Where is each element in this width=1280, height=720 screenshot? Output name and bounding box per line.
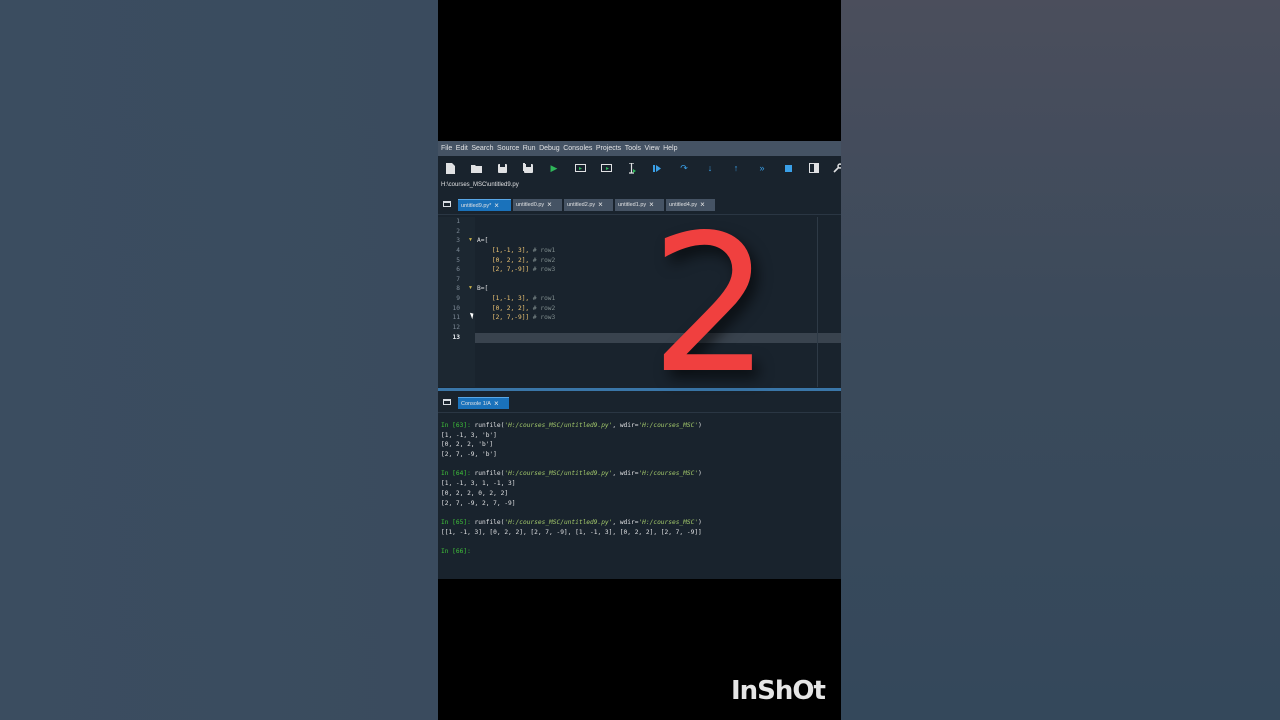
run-cell-advance-icon[interactable] xyxy=(600,162,612,174)
console-input-line: In [63]: runfile('H:/courses_MSC/untitle… xyxy=(441,422,702,429)
tab-label: Console 1/A xyxy=(461,400,491,407)
working-directory-bar: H:\courses_MSC\untitled9.py xyxy=(438,181,841,192)
fold-arrow-icon[interactable]: ▼ xyxy=(468,285,473,291)
current-line-number: 13 xyxy=(452,334,460,341)
save-icon[interactable] xyxy=(496,162,508,174)
console-output-line: [1, -1, 3, 1, -1, 3] xyxy=(441,480,516,488)
line-number: 8 xyxy=(456,285,460,292)
tab-untitled0[interactable]: untitled0.py × xyxy=(513,199,562,211)
code-line: [2, 7,-9]] # row3 xyxy=(491,266,556,273)
tab-label: untitled1.py xyxy=(618,202,647,208)
toolbar: ▶ ↷ ↓ ↑ » xyxy=(438,156,841,182)
new-file-icon[interactable] xyxy=(444,162,456,174)
menu-bar: File Edit Search Source Run Debug Consol… xyxy=(438,141,841,156)
console-output-line: [0, 2, 2, 0, 2, 2] xyxy=(441,489,509,497)
line-number: 6 xyxy=(456,266,460,273)
console-input-line: In [65]: runfile('H:/courses_MSC/untitle… xyxy=(441,518,702,526)
console-active-prompt[interactable]: In [66]: xyxy=(441,547,839,557)
console-output-line: [2, 7, -9, 2, 7, -9] xyxy=(441,499,516,507)
video-background-right xyxy=(841,0,1280,720)
editor-pane-options-icon[interactable] xyxy=(443,201,451,207)
menu-consoles[interactable]: Consoles xyxy=(563,145,592,152)
run-icon[interactable]: ▶ xyxy=(548,162,560,174)
editor-tab-bar: untitled9.py* × untitled0.py × untitled2… xyxy=(438,198,841,215)
line-number: 3 xyxy=(456,237,460,244)
line-number: 7 xyxy=(456,276,460,283)
console-pane-options-icon[interactable] xyxy=(443,399,451,405)
tab-untitled2[interactable]: untitled2.py × xyxy=(564,199,613,211)
code-line: B=[ xyxy=(477,285,489,292)
console-output[interactable]: In [63]: runfile('H:/courses_MSC/untitle… xyxy=(441,421,839,557)
run-selection-icon[interactable] xyxy=(626,162,638,174)
run-cell-icon[interactable] xyxy=(574,162,586,174)
step-return-icon[interactable]: ↑ xyxy=(730,162,742,174)
line-number: 2 xyxy=(456,228,460,235)
tab-label: untitled0.py xyxy=(516,202,545,208)
menu-run[interactable]: Run xyxy=(523,145,536,152)
debug-icon[interactable] xyxy=(652,162,664,174)
code-line: [1,-1, 3], # row1 xyxy=(491,247,556,254)
code-line: [0, 2, 2], # row2 xyxy=(491,257,556,264)
line-number: 4 xyxy=(456,247,460,254)
line-number: 10 xyxy=(452,305,460,312)
video-frame: File Edit Search Source Run Debug Consol… xyxy=(438,0,841,720)
line-number: 9 xyxy=(456,295,460,302)
code-line: [1,-1, 3], # row1 xyxy=(491,295,556,302)
maximize-pane-icon[interactable] xyxy=(808,162,820,174)
tab-console-1[interactable]: Console 1/A × xyxy=(458,397,509,409)
overlay-number: 2 xyxy=(650,194,771,415)
console-output-line: [0, 2, 2, 'b'] xyxy=(441,441,494,449)
menu-search[interactable]: Search xyxy=(471,145,493,152)
menu-source[interactable]: Source xyxy=(497,145,519,152)
save-all-icon[interactable] xyxy=(522,162,534,174)
code-line: [0, 2, 2], # row2 xyxy=(491,305,556,312)
console-tab-bar: Console 1/A × xyxy=(438,396,841,413)
open-folder-icon[interactable] xyxy=(470,162,482,174)
line-number: 5 xyxy=(456,257,460,264)
console-output-line: [2, 7, -9, 'b'] xyxy=(441,451,497,459)
close-icon[interactable]: × xyxy=(494,201,499,211)
menu-edit[interactable]: Edit xyxy=(456,145,468,152)
edge-line xyxy=(817,217,818,387)
continue-icon[interactable]: » xyxy=(756,162,768,174)
code-line: [2, 7,-9]] # row3 xyxy=(491,314,556,321)
video-background-left xyxy=(0,0,438,720)
inshot-watermark-logo: InShOt xyxy=(731,676,826,706)
console-output-line: [1, -1, 3, 'b'] xyxy=(441,431,497,439)
menu-file[interactable]: File xyxy=(441,145,452,152)
step-over-icon[interactable]: ↷ xyxy=(678,162,690,174)
stop-icon[interactable] xyxy=(782,162,794,174)
close-icon[interactable]: × xyxy=(494,399,499,409)
code-line: A=[ xyxy=(477,237,489,244)
fold-arrow-icon[interactable]: ▼ xyxy=(468,237,473,243)
file-path[interactable]: H:\courses_MSC\untitled9.py xyxy=(441,182,519,188)
console-output-line: [[1, -1, 3], [0, 2, 2], [2, 7, -9], [1, … xyxy=(441,528,702,536)
line-number-gutter: 1 2 3 ▼ 4 5 6 7 8 ▼ 9 10 11 12 13 xyxy=(438,217,476,387)
tab-label: untitled2.py xyxy=(567,202,596,208)
console-pane: Console 1/A × In [63]: runfile('H:/cours… xyxy=(438,391,841,579)
tab-untitled9[interactable]: untitled9.py* × xyxy=(458,199,511,211)
tab-label: untitled9.py* xyxy=(461,202,492,209)
close-icon[interactable]: × xyxy=(598,200,603,210)
console-input-line: In [64]: runfile('H:/courses_MSC/untitle… xyxy=(441,470,702,478)
menu-tools[interactable]: Tools xyxy=(625,145,641,152)
menu-projects[interactable]: Projects xyxy=(596,145,621,152)
line-number: 1 xyxy=(456,218,460,225)
close-icon[interactable]: × xyxy=(547,200,552,210)
editor-pane: untitled9.py* × untitled0.py × untitled2… xyxy=(438,192,841,388)
menu-help[interactable]: Help xyxy=(663,145,677,152)
line-number: 12 xyxy=(452,324,460,331)
step-into-icon[interactable]: ↓ xyxy=(704,162,716,174)
menu-debug[interactable]: Debug xyxy=(539,145,560,152)
menu-view[interactable]: View xyxy=(645,145,660,152)
line-number: 11 xyxy=(452,314,460,321)
ide-window: File Edit Search Source Run Debug Consol… xyxy=(438,141,841,579)
wrench-icon[interactable] xyxy=(832,162,841,174)
